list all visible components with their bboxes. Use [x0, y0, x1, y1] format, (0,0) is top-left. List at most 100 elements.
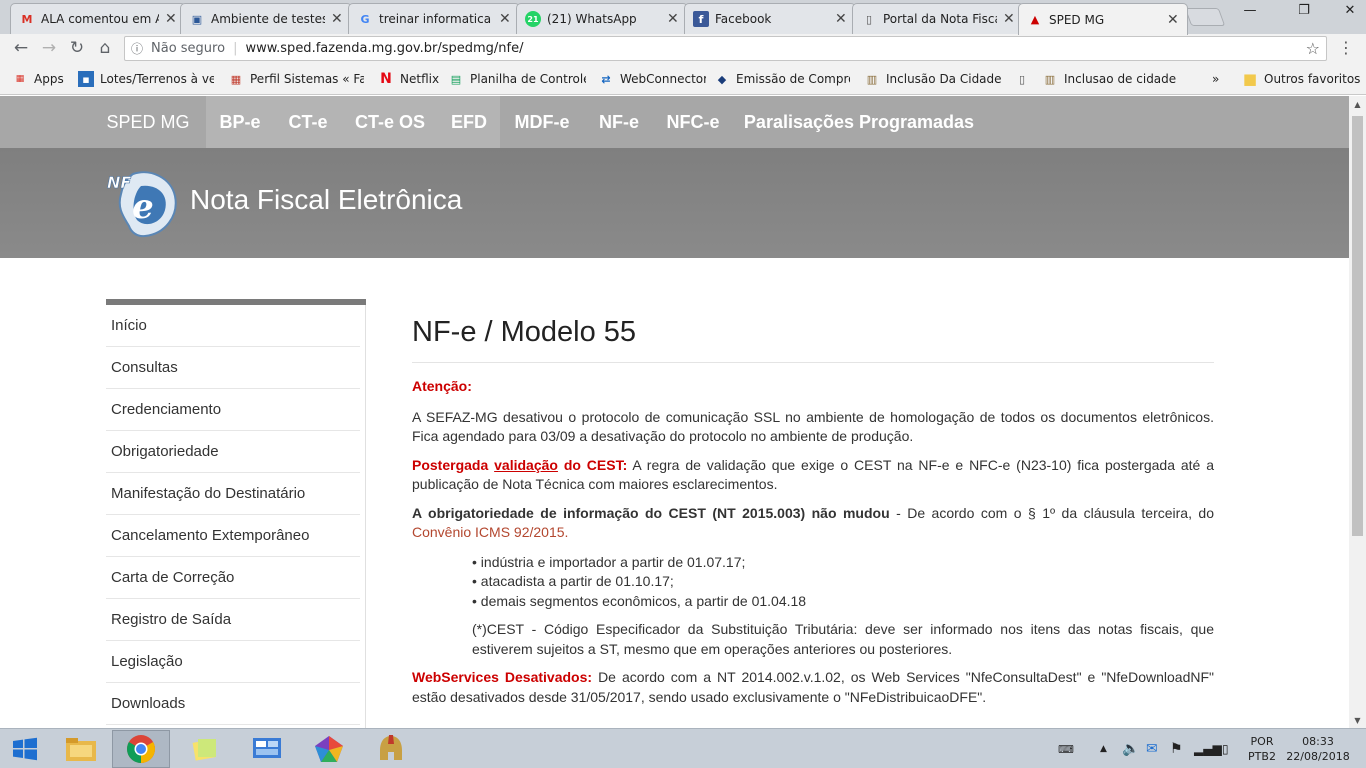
- mail-icon[interactable]: ✉: [1146, 729, 1158, 768]
- keyboard-icon[interactable]: ⌨: [1058, 729, 1074, 768]
- restore-icon[interactable]: ❐: [1288, 0, 1320, 20]
- nav-efd[interactable]: EFD: [438, 96, 500, 148]
- browser-tab[interactable]: ▯ Portal da Nota Fiscal ✕: [852, 3, 1024, 34]
- convenio-link[interactable]: Convênio ICMS 92/2015.: [412, 524, 568, 540]
- bookmark-item[interactable]: ⇄ WebConnector: [598, 70, 706, 88]
- sidebar-item-registro-saida[interactable]: Registro de Saída: [106, 599, 360, 641]
- spartan-helmet-icon[interactable]: [362, 730, 420, 768]
- more-bookmarks-button[interactable]: »: [1212, 70, 1226, 88]
- clock-time: 08:33: [1302, 735, 1334, 748]
- nav-nfe[interactable]: NF-e: [588, 96, 650, 148]
- clock[interactable]: 08:33 22/08/2018: [1284, 729, 1352, 768]
- sidebar-item-legislacao[interactable]: Legislação: [106, 641, 360, 683]
- close-tab-icon[interactable]: ✕: [165, 11, 177, 27]
- page-title: NF-e / Modelo 55: [412, 314, 1214, 363]
- attention-paragraph: A SEFAZ-MG desativou o protocolo de comu…: [412, 408, 1214, 445]
- sidebar-item-credenciamento[interactable]: Credenciamento: [106, 389, 360, 431]
- chrome-icon[interactable]: [112, 730, 170, 768]
- sidebar-item-downloads[interactable]: Downloads: [106, 683, 360, 725]
- browser-toolbar: ← → ↻ ⌂ ⓘ Não seguro | www.sped.fazenda.…: [0, 34, 1366, 63]
- browser-tab[interactable]: G treinar informatica ja ✕: [348, 3, 520, 34]
- mandatory-paragraph: A obrigatoriedade de informação do CEST …: [412, 504, 1214, 543]
- scroll-up-icon[interactable]: ▲: [1349, 96, 1366, 112]
- back-icon[interactable]: ←: [9, 37, 33, 59]
- browser-tab-active[interactable]: ▲ SPED MG ✕: [1018, 3, 1188, 35]
- bookmark-item[interactable]: N Netflix: [378, 70, 440, 88]
- volume-icon[interactable]: 🔈: [1122, 729, 1139, 768]
- browser-tab[interactable]: 21 (21) WhatsApp ✕: [516, 3, 688, 34]
- banner-title: Nota Fiscal Eletrônica: [190, 184, 463, 215]
- flag-icon[interactable]: ⚑: [1170, 729, 1183, 768]
- sidebar-item-obrigatoriedade[interactable]: Obrigatoriedade: [106, 431, 360, 473]
- windows-logo-icon: [13, 737, 37, 761]
- nav-brand[interactable]: SPED MG: [96, 96, 200, 148]
- scrollbar-thumb[interactable]: [1352, 116, 1363, 536]
- control-panel-icon[interactable]: [238, 730, 296, 768]
- forward-icon[interactable]: →: [37, 37, 61, 59]
- start-button[interactable]: [0, 729, 50, 768]
- app-polygon-icon[interactable]: [300, 730, 358, 768]
- tab-title: SPED MG: [1049, 12, 1105, 27]
- validacao-link[interactable]: validação: [494, 457, 558, 473]
- show-hidden-icons[interactable]: ▲: [1100, 729, 1107, 768]
- bookmark-item[interactable]: ▯: [1014, 70, 1034, 88]
- folder-icon: ■: [1242, 70, 1258, 88]
- sidebar-item-inicio[interactable]: Início: [106, 305, 360, 347]
- google-icon: G: [360, 12, 370, 26]
- nav-cte[interactable]: CT-e: [274, 96, 342, 148]
- close-tab-icon[interactable]: ✕: [499, 11, 511, 27]
- reload-icon[interactable]: ↻: [65, 37, 89, 59]
- site-nav: SPED MG BP-e CT-e CT-e OS EFD MDF-e NF-e…: [0, 96, 1349, 148]
- sidebar-item-carta-correcao[interactable]: Carta de Correção: [106, 557, 360, 599]
- bookmark-label: Inclusao de cidade -: [1064, 72, 1180, 86]
- power-icon[interactable]: ▯: [1222, 729, 1229, 768]
- bookmark-label: Perfil Sistemas « Faze: [250, 72, 364, 86]
- nav-paralisacoes[interactable]: Paralisações Programadas: [740, 96, 978, 148]
- nav-cte-os[interactable]: CT-e OS: [342, 96, 438, 148]
- sidebar-item-consultas[interactable]: Consultas: [106, 347, 360, 389]
- window-close-icon[interactable]: ✕: [1334, 0, 1366, 20]
- close-tab-icon[interactable]: ✕: [667, 11, 679, 27]
- info-icon[interactable]: ⓘ: [131, 40, 147, 57]
- page-scrollbar[interactable]: ▲ ▼: [1349, 96, 1366, 728]
- network-icon[interactable]: ▂▄▆: [1194, 729, 1222, 768]
- language-indicator[interactable]: POR PTB2: [1246, 729, 1278, 768]
- nav-mdfe[interactable]: MDF-e: [504, 96, 580, 148]
- close-tab-icon[interactable]: ✕: [1167, 12, 1179, 28]
- browser-tab[interactable]: f Facebook ✕: [684, 3, 856, 34]
- home-icon[interactable]: ⌂: [93, 37, 117, 59]
- nav-nfce[interactable]: NFC-e: [660, 96, 726, 148]
- close-tab-icon[interactable]: ✕: [331, 11, 343, 27]
- browser-tab[interactable]: M ALA comentou em A ✕: [10, 3, 186, 34]
- sped-icon: ▲: [1030, 13, 1040, 26]
- close-tab-icon[interactable]: ✕: [835, 11, 847, 27]
- close-tab-icon[interactable]: ✕: [1003, 11, 1015, 27]
- menu-icon[interactable]: ⋮: [1338, 38, 1354, 57]
- bookmark-apps[interactable]: ▦ Apps: [12, 70, 72, 88]
- bookmark-item[interactable]: ▤ Planilha de Controle d: [448, 70, 586, 88]
- document-icon: ▯: [1018, 72, 1026, 86]
- netflix-icon: N: [380, 71, 392, 87]
- bookmark-star-icon[interactable]: ☆: [1306, 39, 1320, 58]
- bookmark-item[interactable]: ▥ Inclusão Da Cidade D: [864, 70, 1002, 88]
- file-explorer-icon[interactable]: [52, 730, 110, 768]
- address-bar[interactable]: ⓘ Não seguro | www.sped.fazenda.mg.gov.b…: [124, 36, 1327, 61]
- sidebar-item-cancelamento[interactable]: Cancelamento Extemporâneo: [106, 515, 360, 557]
- other-favorites[interactable]: ■ Outros favoritos: [1242, 70, 1360, 88]
- keyboard-layout: PTB2: [1248, 750, 1276, 763]
- sticky-notes-icon[interactable]: [176, 730, 234, 768]
- sidebar-item-manifestacao[interactable]: Manifestação do Destinatário: [106, 473, 360, 515]
- attention-label: Atenção:: [412, 377, 1214, 397]
- browser-tab[interactable]: ▣ Ambiente de testes ✕: [180, 3, 352, 34]
- bookmark-item[interactable]: ▥ Inclusao de cidade -: [1042, 70, 1180, 88]
- tab-title: Ambiente de testes: [211, 12, 325, 26]
- sidebar-divider: [365, 305, 366, 728]
- minimize-icon[interactable]: —: [1234, 0, 1266, 20]
- bookmark-label: Planilha de Controle d: [470, 72, 586, 86]
- new-tab-button[interactable]: [1184, 8, 1226, 26]
- scroll-down-icon[interactable]: ▼: [1349, 712, 1366, 728]
- bookmark-item[interactable]: ▦ Perfil Sistemas « Faze: [228, 70, 364, 88]
- bookmark-item[interactable]: ◆ Emissão de Comprova: [714, 70, 850, 88]
- nav-bpe[interactable]: BP-e: [206, 96, 274, 148]
- bookmark-item[interactable]: ▪ Lotes/Terrenos à venda: [78, 70, 214, 88]
